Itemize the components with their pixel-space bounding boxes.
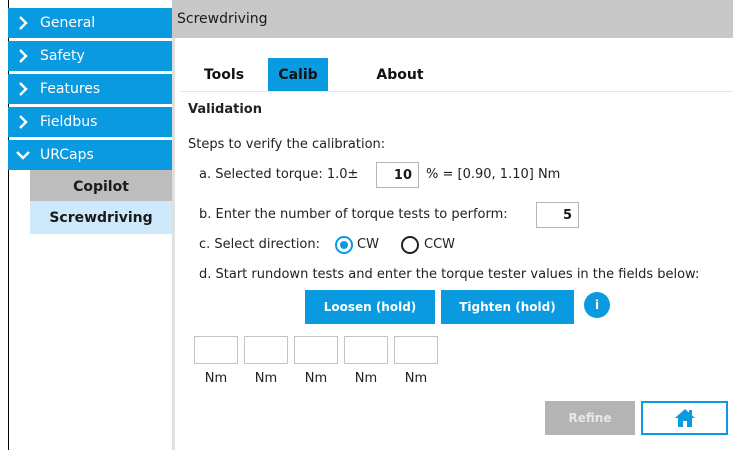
- sidebar-item-label: General: [40, 15, 96, 31]
- tab-tools[interactable]: Tools: [194, 58, 254, 91]
- radio-cw[interactable]: [335, 236, 353, 254]
- torque-value-field[interactable]: [244, 336, 288, 364]
- refine-button[interactable]: Refine: [545, 401, 635, 435]
- torque-value-field[interactable]: [194, 336, 238, 364]
- tab-calib[interactable]: Calib: [268, 58, 328, 91]
- radio-ccw[interactable]: [401, 236, 419, 254]
- torque-percent-input[interactable]: 10: [376, 162, 419, 188]
- sidebar: General Safety Features Fieldbus URCaps …: [8, 0, 175, 450]
- sidebar-item-safety[interactable]: Safety: [8, 41, 172, 71]
- info-icon[interactable]: i: [584, 292, 610, 318]
- tab-divider: [180, 91, 733, 92]
- home-icon: [674, 409, 695, 427]
- step-a-suffix: % = [0.90, 1.10] Nm: [426, 167, 561, 182]
- tab-label: About: [376, 66, 424, 83]
- unit-label: Nm: [204, 371, 228, 386]
- sidebar-item-label: Safety: [40, 48, 85, 64]
- sidebar-item-label: Fieldbus: [40, 114, 98, 130]
- chevron-right-icon: [19, 82, 28, 96]
- loosen-button[interactable]: Loosen (hold): [305, 290, 435, 324]
- sidebar-item-urcaps[interactable]: URCaps: [8, 140, 172, 170]
- tab-about[interactable]: About: [370, 58, 430, 91]
- page-header: Screwdriving: [172, 0, 733, 38]
- sidebar-subitem-screwdriving[interactable]: Screwdriving: [30, 201, 172, 234]
- torque-value-field[interactable]: [344, 336, 388, 364]
- tests-count-input[interactable]: 5: [536, 202, 579, 228]
- radio-ccw-label: CCW: [424, 237, 456, 252]
- sidebar-subitem-label: Copilot: [73, 178, 129, 195]
- torque-value-field[interactable]: [394, 336, 438, 364]
- unit-label: Nm: [304, 371, 328, 386]
- validation-intro: Steps to verify the calibration:: [188, 137, 386, 152]
- page-title: Screwdriving: [177, 11, 268, 27]
- chevron-right-icon: [19, 49, 28, 63]
- tab-label: Calib: [278, 66, 318, 83]
- chevron-right-icon: [19, 16, 28, 30]
- sidebar-item-label: Features: [40, 81, 101, 97]
- tab-label: Tools: [203, 66, 245, 83]
- step-b-label: b. Enter the number of torque tests to p…: [199, 207, 508, 222]
- unit-label: Nm: [404, 371, 428, 386]
- sidebar-item-general[interactable]: General: [8, 8, 172, 38]
- tighten-button[interactable]: Tighten (hold): [441, 290, 574, 324]
- step-a-prefix: a. Selected torque: 1.0±: [199, 167, 359, 182]
- sidebar-subitem-copilot[interactable]: Copilot: [30, 170, 172, 203]
- validation-heading: Validation: [188, 102, 262, 117]
- step-c-label: c. Select direction:: [199, 237, 320, 252]
- home-button[interactable]: [641, 401, 728, 435]
- chevron-right-icon: [19, 115, 28, 129]
- chevron-down-icon: [16, 151, 30, 160]
- unit-label: Nm: [254, 371, 278, 386]
- sidebar-item-fieldbus[interactable]: Fieldbus: [8, 107, 172, 137]
- radio-cw-label: CW: [357, 237, 379, 252]
- sidebar-item-features[interactable]: Features: [8, 74, 172, 104]
- step-d-label: d. Start rundown tests and enter the tor…: [199, 267, 700, 282]
- torque-value-field[interactable]: [294, 336, 338, 364]
- sidebar-subitem-label: Screwdriving: [49, 209, 153, 226]
- unit-label: Nm: [354, 371, 378, 386]
- sidebar-item-label: URCaps: [40, 147, 94, 163]
